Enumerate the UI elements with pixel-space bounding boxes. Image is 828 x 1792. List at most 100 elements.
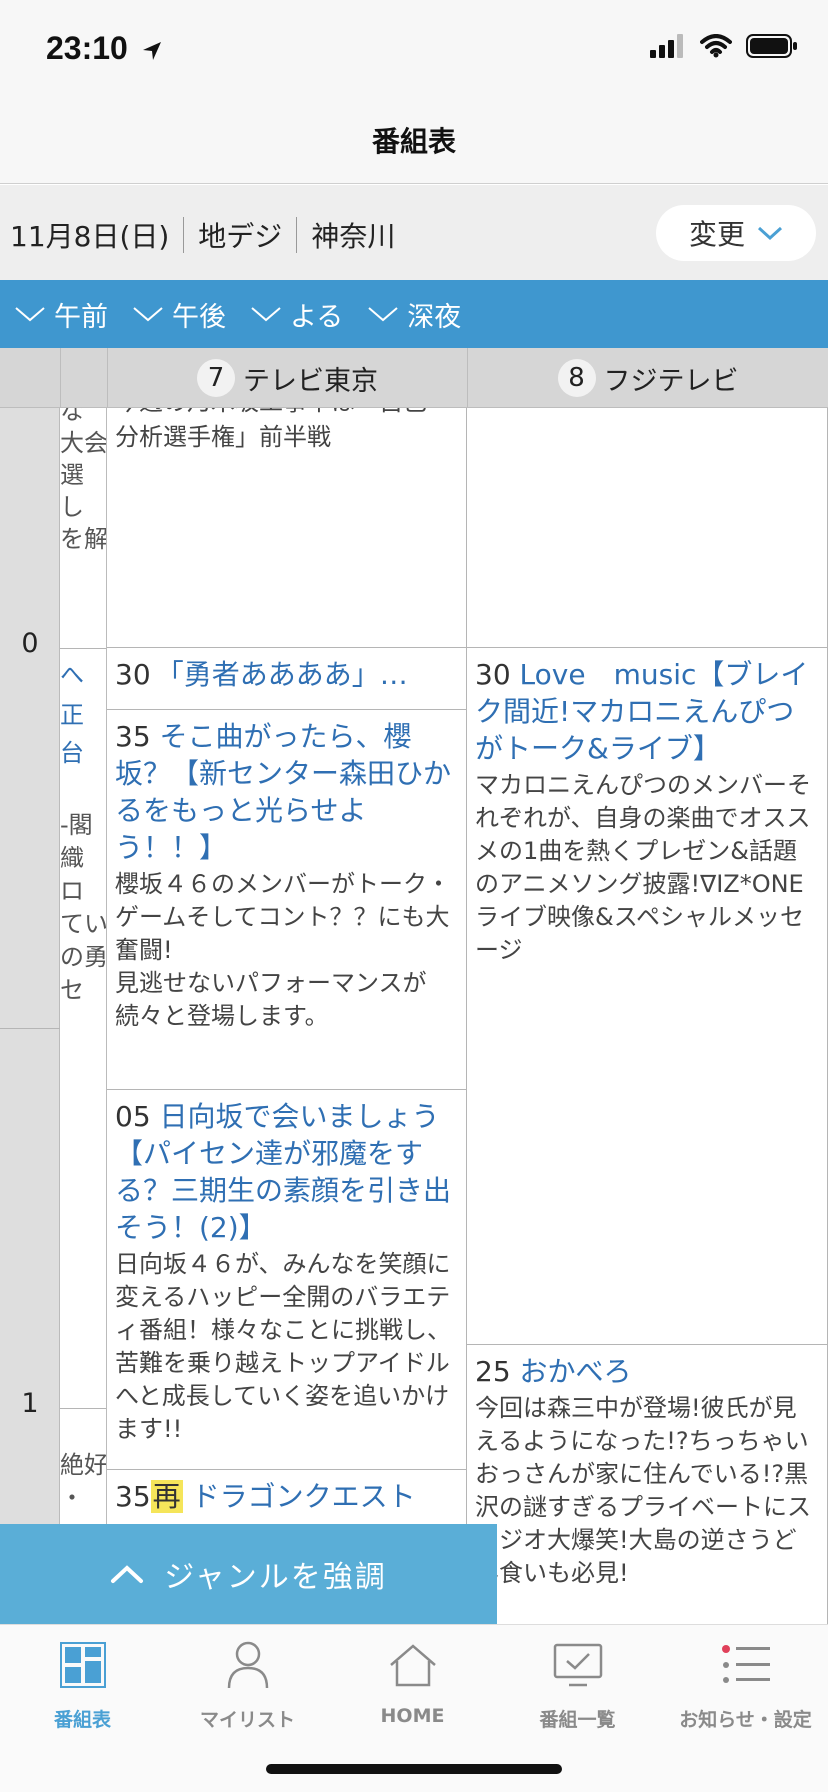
chevron-down-icon bbox=[368, 307, 398, 322]
program-cell[interactable]: 30 「勇者ああああ」… bbox=[107, 648, 467, 710]
chevron-down-icon bbox=[757, 226, 783, 241]
program-title: 正 bbox=[60, 701, 84, 729]
hour-divider bbox=[0, 1028, 60, 1029]
program-time: 30 bbox=[475, 658, 511, 691]
tab-late-night[interactable]: 深夜 bbox=[367, 295, 461, 334]
battery-icon bbox=[746, 34, 797, 58]
prev-channel-header bbox=[60, 348, 107, 408]
program-time: 30 bbox=[115, 658, 151, 691]
program-time: 05 bbox=[115, 1100, 151, 1133]
tab-morning[interactable]: 午前 bbox=[14, 295, 108, 334]
program-title: 台 bbox=[60, 739, 84, 767]
status-icons bbox=[650, 34, 798, 58]
tab-label: HOME bbox=[380, 1705, 445, 1727]
program-title: Love music【ブレイク間近!マカロニえんぴつがトーク&ライブ】 bbox=[475, 658, 809, 765]
clock: 23:10 bbox=[46, 30, 128, 66]
program-text: 絶好 bbox=[60, 1451, 107, 1479]
program-title: 「勇者ああああ」… bbox=[155, 658, 408, 691]
program-text: の勇 bbox=[60, 943, 107, 971]
channel-number: 7 bbox=[197, 359, 235, 397]
channel-name: フジテレビ bbox=[603, 365, 739, 397]
list-icon bbox=[721, 1635, 770, 1695]
status-bar: 23:10 bbox=[0, 0, 828, 100]
channel-header-row: 7 テレビ東京 8 フジテレビ bbox=[0, 348, 828, 408]
program-desc: 櫻坂４６のメンバーがトーク・ゲームそしてコント？？にも大奮闘! 見逃せないパフォ… bbox=[115, 870, 451, 1030]
channel-name: テレビ東京 bbox=[243, 365, 378, 397]
program-desc: 今週の乃木坂工事中は「自己 bbox=[115, 408, 458, 419]
time-tabs: 午前 午後 よる 深夜 bbox=[0, 280, 828, 348]
tab-program-guide[interactable]: 番組表 bbox=[0, 1635, 165, 1745]
grid-icon bbox=[59, 1635, 106, 1695]
location-arrow-icon bbox=[142, 41, 161, 60]
home-indicator bbox=[266, 1764, 562, 1774]
divider bbox=[296, 217, 298, 253]
program-title: へ bbox=[60, 661, 84, 689]
channel-header-fuji[interactable]: 8 フジテレビ bbox=[467, 348, 828, 408]
prev-channel-column: な 大会 選 し を解 へ 正 台 -閣 織 ロ てい の勇 セ 絶好 ・ bbox=[60, 408, 107, 1624]
home-icon bbox=[389, 1635, 437, 1695]
person-icon bbox=[225, 1635, 271, 1695]
program-text: な bbox=[60, 408, 84, 425]
hour-label: 0 bbox=[21, 628, 39, 659]
page-title: 番組表 bbox=[371, 125, 456, 158]
chevron-down-icon bbox=[133, 307, 163, 322]
change-button[interactable]: 変更 bbox=[656, 205, 816, 261]
hour-label: 1 bbox=[21, 1388, 39, 1419]
genre-highlight-button[interactable]: ジャンルを強調 bbox=[0, 1524, 497, 1624]
program-cell[interactable]: 30 Love music【ブレイク間近!マカロニえんぴつがトーク&ライブ】 マ… bbox=[467, 648, 828, 1345]
program-text: 織 bbox=[60, 844, 84, 872]
program-title: 日向坂で会いましょう【パイセン達が邪魔をする？三期生の素顔を引き出そう！(2)】 bbox=[115, 1100, 452, 1244]
program-text: を解 bbox=[60, 525, 107, 553]
program-cell[interactable] bbox=[467, 408, 828, 648]
program-cell[interactable]: 35 そこ曲がったら、櫻坂？【新センター森田ひかるをもっと光らせよう！！】 櫻坂… bbox=[107, 710, 467, 1090]
divider bbox=[183, 217, 185, 253]
wifi-icon bbox=[700, 34, 732, 58]
chevron-down-icon bbox=[251, 307, 281, 322]
program-text: 大会 bbox=[60, 429, 107, 457]
rerun-badge: 再 bbox=[150, 1480, 183, 1513]
tab-mylist[interactable]: マイリスト bbox=[165, 1635, 330, 1745]
signal-icon bbox=[650, 34, 683, 58]
program-divider bbox=[60, 1408, 106, 1409]
region-label: 神奈川 bbox=[311, 220, 396, 253]
program-text: 選 bbox=[60, 461, 84, 489]
program-desc: 今回は森三中が登場!彼氏が見えるようになった!?ちっちゃいおっさんが家に住んでい… bbox=[475, 1394, 811, 1587]
chevron-up-icon bbox=[111, 1565, 144, 1583]
tab-label: 番組表 bbox=[53, 1709, 111, 1731]
nav-bar: 番組表 bbox=[0, 100, 828, 184]
program-text: し bbox=[60, 493, 84, 521]
program-cell[interactable]: 25 おかべろ 今回は森三中が登場!彼氏が見えるようになった!?ちっちゃいおっさ… bbox=[467, 1345, 828, 1624]
info-text: 11月8日(日) 地デジ 神奈川 bbox=[10, 215, 395, 255]
program-time: 35 bbox=[115, 1480, 151, 1513]
program-cell[interactable]: 今週の乃木坂工事中は「自己 分析選手権」前半戦 bbox=[107, 408, 467, 648]
program-desc: 日向坂４６が、みんなを笑顔に変えるハッピー全開のバラエティ番組！様々なことに挑戦… bbox=[115, 1250, 451, 1443]
program-title: ドラゴンクエスト bbox=[191, 1480, 416, 1513]
program-time: 35 bbox=[115, 720, 151, 753]
program-text: -閣 bbox=[60, 811, 93, 839]
change-label: 変更 bbox=[688, 218, 745, 251]
program-grid[interactable]: 0 1 な 大会 選 し を解 へ 正 台 -閣 織 ロ てい の勇 セ 絶好 … bbox=[0, 408, 828, 1624]
channel-number: 8 bbox=[557, 359, 596, 397]
genre-label: ジャンルを強調 bbox=[164, 1560, 387, 1595]
hour-column: 0 1 bbox=[0, 408, 60, 1624]
program-text: ロ bbox=[60, 877, 84, 905]
channel-header-tv-tokyo[interactable]: 7 テレビ東京 bbox=[107, 348, 467, 408]
program-cell[interactable]: 05 日向坂で会いましょう【パイセン達が邪魔をする？三期生の素顔を引き出そう！(… bbox=[107, 1090, 467, 1470]
tab-home[interactable]: HOME bbox=[330, 1635, 495, 1745]
hour-header bbox=[0, 348, 60, 408]
program-desc: マカロニえんぴつのメンバーそれぞれが、自身の楽曲でオススメの1曲を熱くプレゼン&… bbox=[475, 771, 811, 964]
tab-afternoon[interactable]: 午後 bbox=[132, 295, 226, 334]
program-text: セ bbox=[60, 976, 84, 1004]
program-time: 25 bbox=[475, 1355, 511, 1388]
program-text: ・ bbox=[60, 1484, 84, 1512]
tab-label: 午後 bbox=[172, 301, 226, 333]
status-time: 23:10 bbox=[46, 30, 163, 67]
tab-program-list[interactable]: 番組一覧 bbox=[495, 1635, 660, 1745]
tab-notices-settings[interactable]: お知らせ・設定 bbox=[663, 1635, 828, 1745]
info-bar: 11月8日(日) 地デジ 神奈川 変更 bbox=[0, 185, 828, 280]
program-title: おかべろ bbox=[519, 1355, 632, 1388]
program-desc: 分析選手権」前半戦 bbox=[115, 423, 331, 451]
tab-label: マイリスト bbox=[199, 1709, 295, 1731]
tab-evening[interactable]: よる bbox=[250, 295, 343, 334]
date-label: 11月8日(日) bbox=[10, 220, 170, 253]
